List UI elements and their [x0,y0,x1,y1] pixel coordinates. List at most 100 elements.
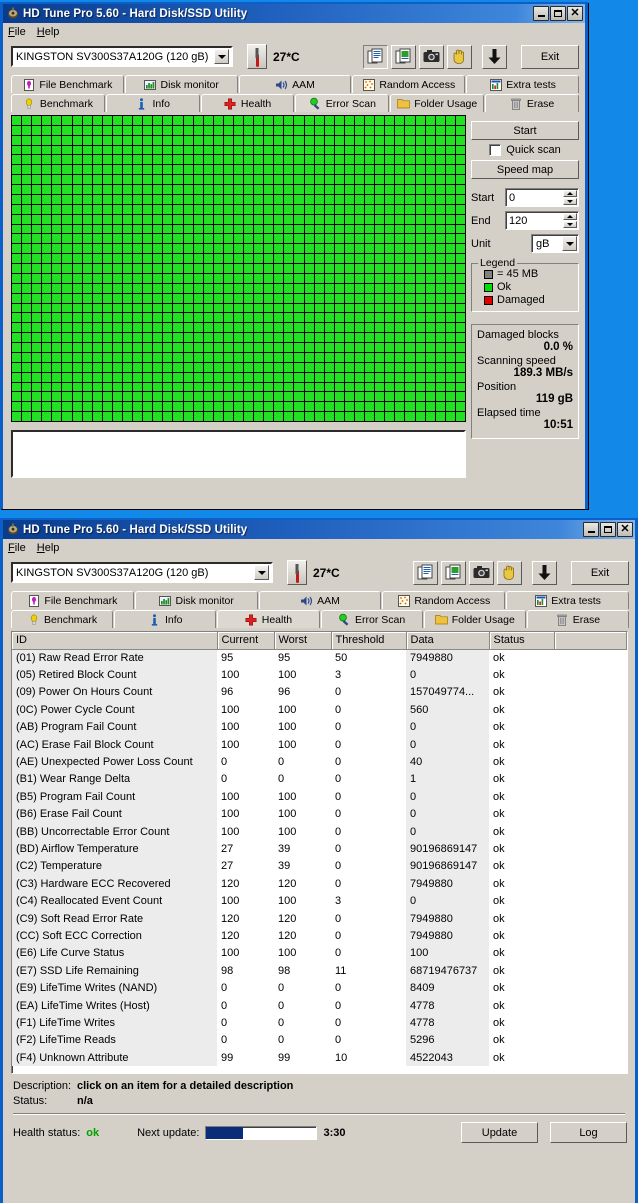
drive-select[interactable]: KINGSTON SV300S37A120G (120 gB) [11,46,233,67]
table-row[interactable]: (E7) SSD Life Remaining 98 98 11 68719476737… [12,962,627,980]
end-stepper[interactable] [563,213,577,228]
tab-error-scan[interactable]: Error Scan [295,94,390,112]
maximize-icon[interactable] [550,6,566,21]
maximize-icon[interactable] [600,522,616,537]
quick-scan-checkbox[interactable] [489,144,502,156]
tab-folder-usage[interactable]: Folder Usage [390,94,485,112]
scan-block-grid[interactable] [11,115,466,422]
window2-tabrow-bottom[interactable]: Benchmark Info Health Error Scan Folder … [11,610,630,628]
table-row[interactable]: (C9) Soft Read Error Rate 120 120 0 7949880 o… [12,909,627,928]
table-row[interactable]: (C3) Hardware ECC Recovered 120 120 0 794988… [12,875,627,893]
table-row[interactable]: (AE) Unexpected Power Loss Count 0 0 0 40 ok [12,753,627,771]
window2-menubar[interactable]: File Help [3,539,635,556]
table-col-header[interactable]: Threshold [331,632,407,650]
tab-error-scan[interactable]: Error Scan [320,610,423,628]
hand-tool-icon[interactable] [497,560,522,585]
unit-field-row[interactable]: Unit gB [471,234,579,253]
copy-image-icon[interactable] [391,44,416,69]
tab-file-benchmark[interactable]: File Benchmark [11,591,134,609]
window1-menubar[interactable]: FFileile Help [3,23,585,40]
table-row[interactable]: (09) Power On Hours Count 96 96 0 157049774.… [12,683,627,702]
window1-tabrow-top[interactable]: File Benchmark Disk monitor AAM Random A… [11,75,579,93]
table-col-header[interactable]: Status [489,632,555,650]
screenshot-camera-icon[interactable] [419,44,444,69]
menu-file[interactable]: File [8,542,26,554]
table-row[interactable]: (05) Retired Block Count 100 100 3 0 ok [12,666,627,684]
table-row[interactable]: (EA) LifeTime Writes (Host) 0 0 0 4778 ok [12,996,627,1015]
tab-random-access[interactable]: Random Access [382,591,506,609]
window2-titlebar[interactable]: HD Tune Pro 5.60 - Hard Disk/SSD Utility… [3,520,635,539]
tab-health[interactable]: Health [200,94,295,112]
start-input[interactable]: 0 [505,188,579,207]
table-row[interactable]: (AC) Erase Fail Block Count 100 100 0 0 ok [12,735,627,754]
table-row[interactable]: (B1) Wear Range Delta 0 0 0 1 ok [12,770,627,789]
copy-info-icon[interactable] [363,44,388,69]
menu-help[interactable]: Help [37,26,60,38]
speed-map-button[interactable]: Speed map [471,160,579,179]
table-col-header[interactable]: ID [12,632,218,650]
log-button[interactable]: Log [550,1122,627,1143]
end-field-row[interactable]: End 120 [471,211,579,230]
start-stepper[interactable] [563,190,577,205]
tab-erase[interactable]: Erase [485,94,579,112]
chevron-down-icon[interactable] [214,49,229,64]
window1-titlebar[interactable]: HD Tune Pro 5.60 - Hard Disk/SSD Utility… [3,4,585,23]
tab-random-access[interactable]: Random Access [352,75,466,93]
table-row[interactable]: (BB) Uncorrectable Error Count 100 100 0 0 ok [12,822,627,841]
exit-button[interactable]: Exit [521,44,579,69]
minimize-icon[interactable] [533,6,549,21]
menu-file[interactable]: FFileile [8,26,26,38]
download-arrow-icon[interactable] [482,44,507,69]
menu-help[interactable]: Help [37,542,60,554]
table-col-header[interactable]: Worst [274,632,332,650]
table-row[interactable]: (F2) LifeTime Reads 0 0 0 5296 ok [12,1031,627,1049]
tab-folder-usage[interactable]: Folder Usage [423,610,526,628]
table-row[interactable]: (AB) Program Fail Count 100 100 0 0 ok [12,718,627,736]
smart-table-container[interactable]: ID Current Worst Threshold Data Status (01) R… [11,631,628,1074]
table-col-header[interactable] [554,632,627,650]
chevron-down-icon[interactable] [254,565,269,580]
tab-file-benchmark[interactable]: File Benchmark [11,75,124,93]
chevron-down-icon[interactable] [562,236,577,251]
tab-disk-monitor[interactable]: Disk monitor [134,591,258,609]
tab-disk-monitor[interactable]: Disk monitor [124,75,238,93]
table-row[interactable]: (C2) Temperature 27 39 0 90196869147 ok [12,857,627,876]
window2-tabs[interactable]: File Benchmark Disk monitor AAM Random A… [3,589,635,628]
close-icon[interactable]: ✕ [617,522,633,537]
table-row[interactable]: (B5) Program Fail Count 100 100 0 0 ok [12,788,627,806]
minimize-icon[interactable] [583,522,599,537]
tab-erase[interactable]: Erase [526,610,630,628]
window1-tabrow-bottom[interactable]: Benchmark Info Health Error Scan Folder … [11,94,579,112]
copy-info-icon[interactable] [413,560,438,585]
window-error-scan[interactable]: HD Tune Pro 5.60 - Hard Disk/SSD Utility… [0,2,588,509]
table-row[interactable]: (BD) Airflow Temperature 27 39 0 90196869147… [12,840,627,858]
table-header-row[interactable]: ID Current Worst Threshold Data Status [12,632,627,650]
update-button[interactable]: Update [461,1122,538,1143]
table-row[interactable]: (B6) Erase Fail Count 100 100 0 0 ok [12,805,627,823]
tab-info[interactable]: Info [105,94,200,112]
window2-tabrow-top[interactable]: File Benchmark Disk monitor AAM Random A… [11,591,629,609]
hand-tool-icon[interactable] [447,44,472,69]
tab-extra-tests[interactable]: Extra tests [466,75,579,93]
start-field-row[interactable]: Start 0 [471,188,579,207]
drive-select[interactable]: KINGSTON SV300S37A120G (120 gB) [11,562,273,583]
window1-title-buttons[interactable]: ✕ [533,6,583,21]
table-row[interactable]: (01) Raw Read Error Rate 95 95 50 7949880 ok [12,649,627,667]
tab-benchmark[interactable]: Benchmark [11,94,105,112]
download-arrow-icon[interactable] [532,560,557,585]
exit-button[interactable]: Exit [571,560,629,585]
table-row[interactable]: (C4) Reallocated Event Count 100 100 3 0 ok [12,892,627,910]
tab-extra-tests[interactable]: Extra tests [506,591,629,609]
window2-title-buttons[interactable]: ✕ [583,522,633,537]
tab-aam[interactable]: AAM [238,75,352,93]
table-body[interactable]: (01) Raw Read Error Rate 95 95 50 7949880 ok(… [12,649,627,1067]
end-input[interactable]: 120 [505,211,579,230]
table-col-header[interactable]: Data [406,632,490,650]
unit-select[interactable]: gB [531,234,579,253]
table-row[interactable]: (CC) Soft ECC Correction 120 120 0 7949880 ok [12,927,627,945]
start-scan-button[interactable]: Start [471,121,579,140]
window2-toolbar[interactable]: KINGSTON SV300S37A120G (120 gB) 27*C Exi… [3,556,635,589]
table-row[interactable]: (E9) LifeTime Writes (NAND) 0 0 0 8409 ok [12,979,627,997]
quick-scan-row[interactable]: Quick scan [471,144,579,156]
table-row[interactable]: (F1) LifeTime Writes 0 0 0 4778 ok [12,1014,627,1032]
